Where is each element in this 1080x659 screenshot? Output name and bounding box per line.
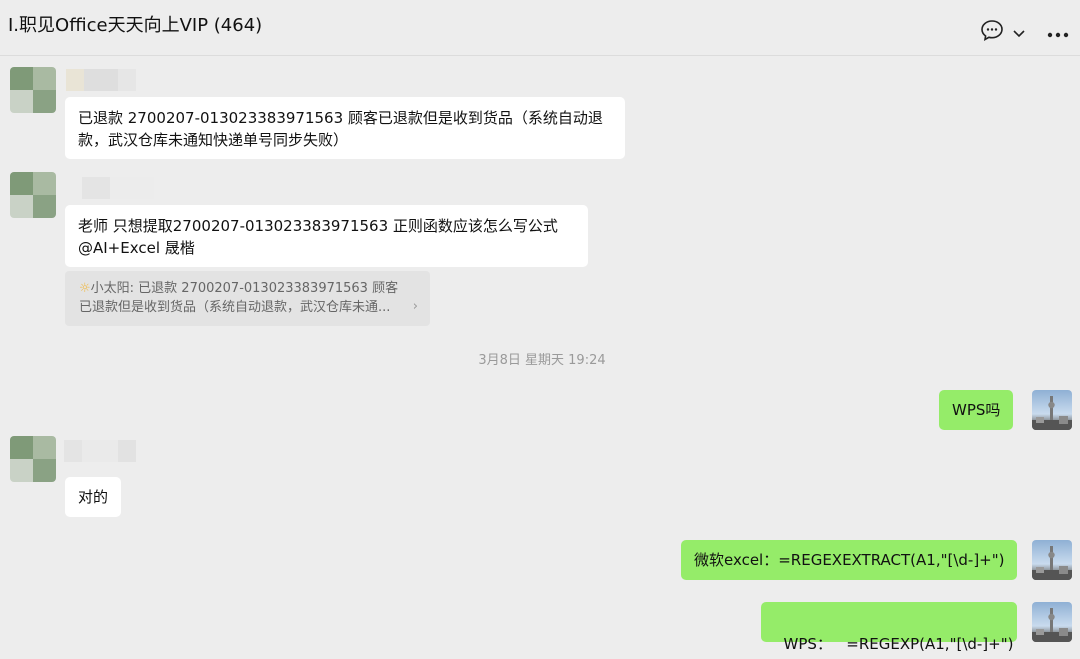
quoted-message[interactable]: ☼小太阳: 已退款 2700207-013023383971563 顾客 已退款… (65, 271, 430, 326)
sender-name-blurred (82, 177, 154, 199)
timestamp: 3月8日 星期天 19:24 (478, 353, 606, 368)
chat-header: I.职见Office天天向上VIP (464) (0, 0, 1080, 56)
message-text-line: @AI+Excel 晟楷 (78, 239, 195, 257)
more-dots-icon (1047, 23, 1069, 42)
more-button[interactable] (1046, 20, 1070, 44)
chevron-down-icon (1013, 23, 1025, 42)
my-avatar[interactable] (1032, 602, 1072, 642)
my-avatar[interactable] (1032, 390, 1072, 430)
quote-text: 小太阳: 已退款 2700207-013023383971563 顾客 (90, 281, 399, 296)
message-text: WPS吗 (952, 401, 1001, 419)
sender-name-blurred (66, 69, 136, 91)
message-text-line: 已退款 2700207-013023383971563 顾客已退款但是收到货品（… (78, 109, 603, 127)
sender-avatar[interactable] (10, 436, 56, 482)
sender-avatar[interactable] (10, 67, 56, 113)
my-message-bubble[interactable]: WPS： =REGEXP(A1,"[\d-]+") (761, 602, 1017, 653)
sender-name-blurred (64, 440, 136, 462)
dropdown-button[interactable] (1012, 20, 1026, 44)
my-avatar[interactable] (1032, 540, 1072, 580)
message-text-line: 款，武汉仓库未通知快递单号同步失败） (78, 131, 349, 149)
message-text: 对的 (78, 488, 109, 506)
quote-line: ☼小太阳: 已退款 2700207-013023383971563 顾客 (79, 279, 416, 298)
sender-avatar[interactable] (10, 172, 56, 218)
message-bubble[interactable]: 对的 (65, 477, 122, 517)
sun-icon: ☼ (79, 281, 91, 296)
quote-line: 已退款但是收到货品（系统自动退款，武汉仓库未通... (79, 300, 391, 315)
chat-info-button[interactable] (980, 20, 1004, 44)
message-bubble[interactable]: 已退款 2700207-013023383971563 顾客已退款但是收到货品（… (65, 97, 625, 159)
chat-bubble-icon (980, 19, 1004, 45)
chat-title: I.职见Office天天向上VIP (464) (8, 15, 263, 36)
my-message-bubble[interactable]: 微软excel：=REGEXEXTRACT(A1,"[\d-]+") (681, 540, 1017, 580)
chevron-right-icon: › (412, 299, 418, 314)
my-message-bubble[interactable]: WPS吗 (939, 390, 1014, 430)
message-text: WPS： =REGEXP(A1,"[\d-]+") (783, 635, 1014, 653)
message-text-line: 老师 只想提取2700207-013023383971563 正则函数应该怎么写… (78, 217, 558, 235)
header-actions (980, 20, 1070, 44)
message-bubble[interactable]: 老师 只想提取2700207-013023383971563 正则函数应该怎么写… (65, 205, 588, 267)
message-text: 微软excel：=REGEXEXTRACT(A1,"[\d-]+") (694, 551, 1005, 569)
